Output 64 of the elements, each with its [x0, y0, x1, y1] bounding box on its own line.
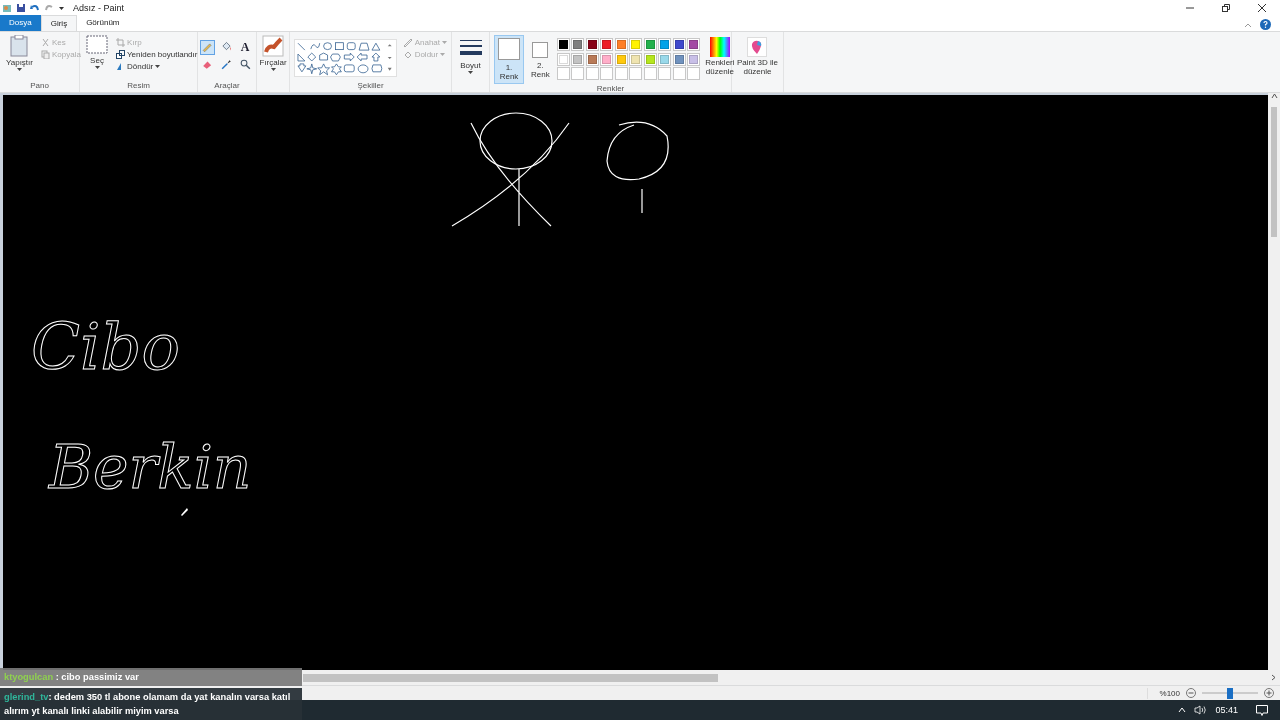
ribbon-tab[interactable]: Dosya [0, 15, 41, 31]
drawing-canvas[interactable]: Cibo Berkin [3, 95, 1268, 670]
undo-icon[interactable] [30, 2, 40, 13]
brushes-button[interactable]: Fırçalar [257, 35, 289, 90]
notification-icon[interactable] [1256, 704, 1268, 716]
group-label: Şekiller [356, 81, 385, 92]
paint-app-icon [2, 2, 12, 13]
caret-icon [440, 53, 446, 56]
group-label: Resim [126, 81, 151, 92]
paint-3d-button[interactable]: Paint 3D ile düzenle [735, 35, 780, 90]
resize-icon [116, 50, 125, 59]
ribbon-tab[interactable]: Giriş [40, 15, 78, 31]
crop-icon [116, 38, 125, 47]
zoom-level: %100 [1159, 688, 1180, 698]
close-icon[interactable] [1257, 2, 1267, 13]
restore-icon[interactable] [1221, 2, 1231, 13]
group-label: Araçlar [213, 81, 241, 92]
resize-button[interactable]: Yeniden boyutlandır [116, 50, 198, 59]
caret-icon[interactable] [58, 4, 65, 11]
scroll-up-icon [1270, 93, 1278, 99]
color-slot-button[interactable]: 1. Renk [494, 35, 524, 84]
bucket-icon [402, 50, 413, 59]
paste-button[interactable]: Yapıştır [4, 35, 35, 81]
handwritten-text: Cibo [31, 317, 180, 378]
collapse-ribbon-icon[interactable] [1244, 21, 1252, 28]
ribbon-tab[interactable]: Görünüm [77, 15, 129, 31]
zoom-out-icon[interactable] [1186, 688, 1196, 698]
size-button[interactable]: Boyut [457, 35, 484, 90]
caret-icon [270, 68, 276, 71]
chat-message: glerind_tv: dedem 350 tl abone olamam da yat kanalın varsa katıl alırım yt kanalı linki alabilir miyim varsa [0, 688, 302, 720]
pencil-tool-icon[interactable] [199, 40, 215, 55]
edit-colors-button[interactable]: Renkleri düzenle [703, 35, 737, 84]
help-icon[interactable] [1260, 19, 1271, 30]
zoom-in-icon[interactable] [1264, 688, 1274, 698]
speaker-icon[interactable] [1194, 705, 1208, 715]
rotate-button[interactable]: Döndür [116, 62, 198, 71]
caret-icon [442, 41, 447, 44]
caret-icon [17, 68, 22, 71]
scissors-icon [41, 38, 50, 47]
caret-icon [468, 71, 473, 74]
group-label: Renkler [595, 84, 626, 95]
caret-icon [155, 65, 161, 68]
window-title: Adsız - Paint [73, 2, 125, 13]
selection-rectangle-icon [86, 35, 108, 55]
handwritten-text: Berkin [49, 439, 252, 496]
clipboard-icon [10, 35, 29, 57]
slider-thumb[interactable] [1227, 687, 1233, 699]
caret-icon [94, 66, 100, 69]
shape-gallery[interactable] [294, 39, 397, 77]
text-tool[interactable]: A [237, 40, 253, 55]
show-hidden-icons-icon[interactable] [1178, 707, 1187, 713]
brush-icon [262, 35, 284, 57]
pen-icon [402, 38, 413, 47]
scroll-right-icon [1271, 674, 1276, 681]
select-button[interactable]: Seç [84, 35, 110, 81]
color-spectrum-icon [709, 37, 730, 57]
vertical-scrollbar[interactable] [1268, 93, 1280, 670]
copy-icon [41, 50, 50, 59]
group-label: Pano [29, 81, 50, 92]
paint-3d-icon [747, 37, 768, 57]
clock-time[interactable]: 05:41 [1215, 705, 1238, 715]
color-slot-button[interactable]: 2. Renk [527, 35, 554, 84]
save-icon[interactable] [16, 2, 26, 13]
chat-message: ktyogulcan : cibo passimiz var [0, 668, 302, 686]
